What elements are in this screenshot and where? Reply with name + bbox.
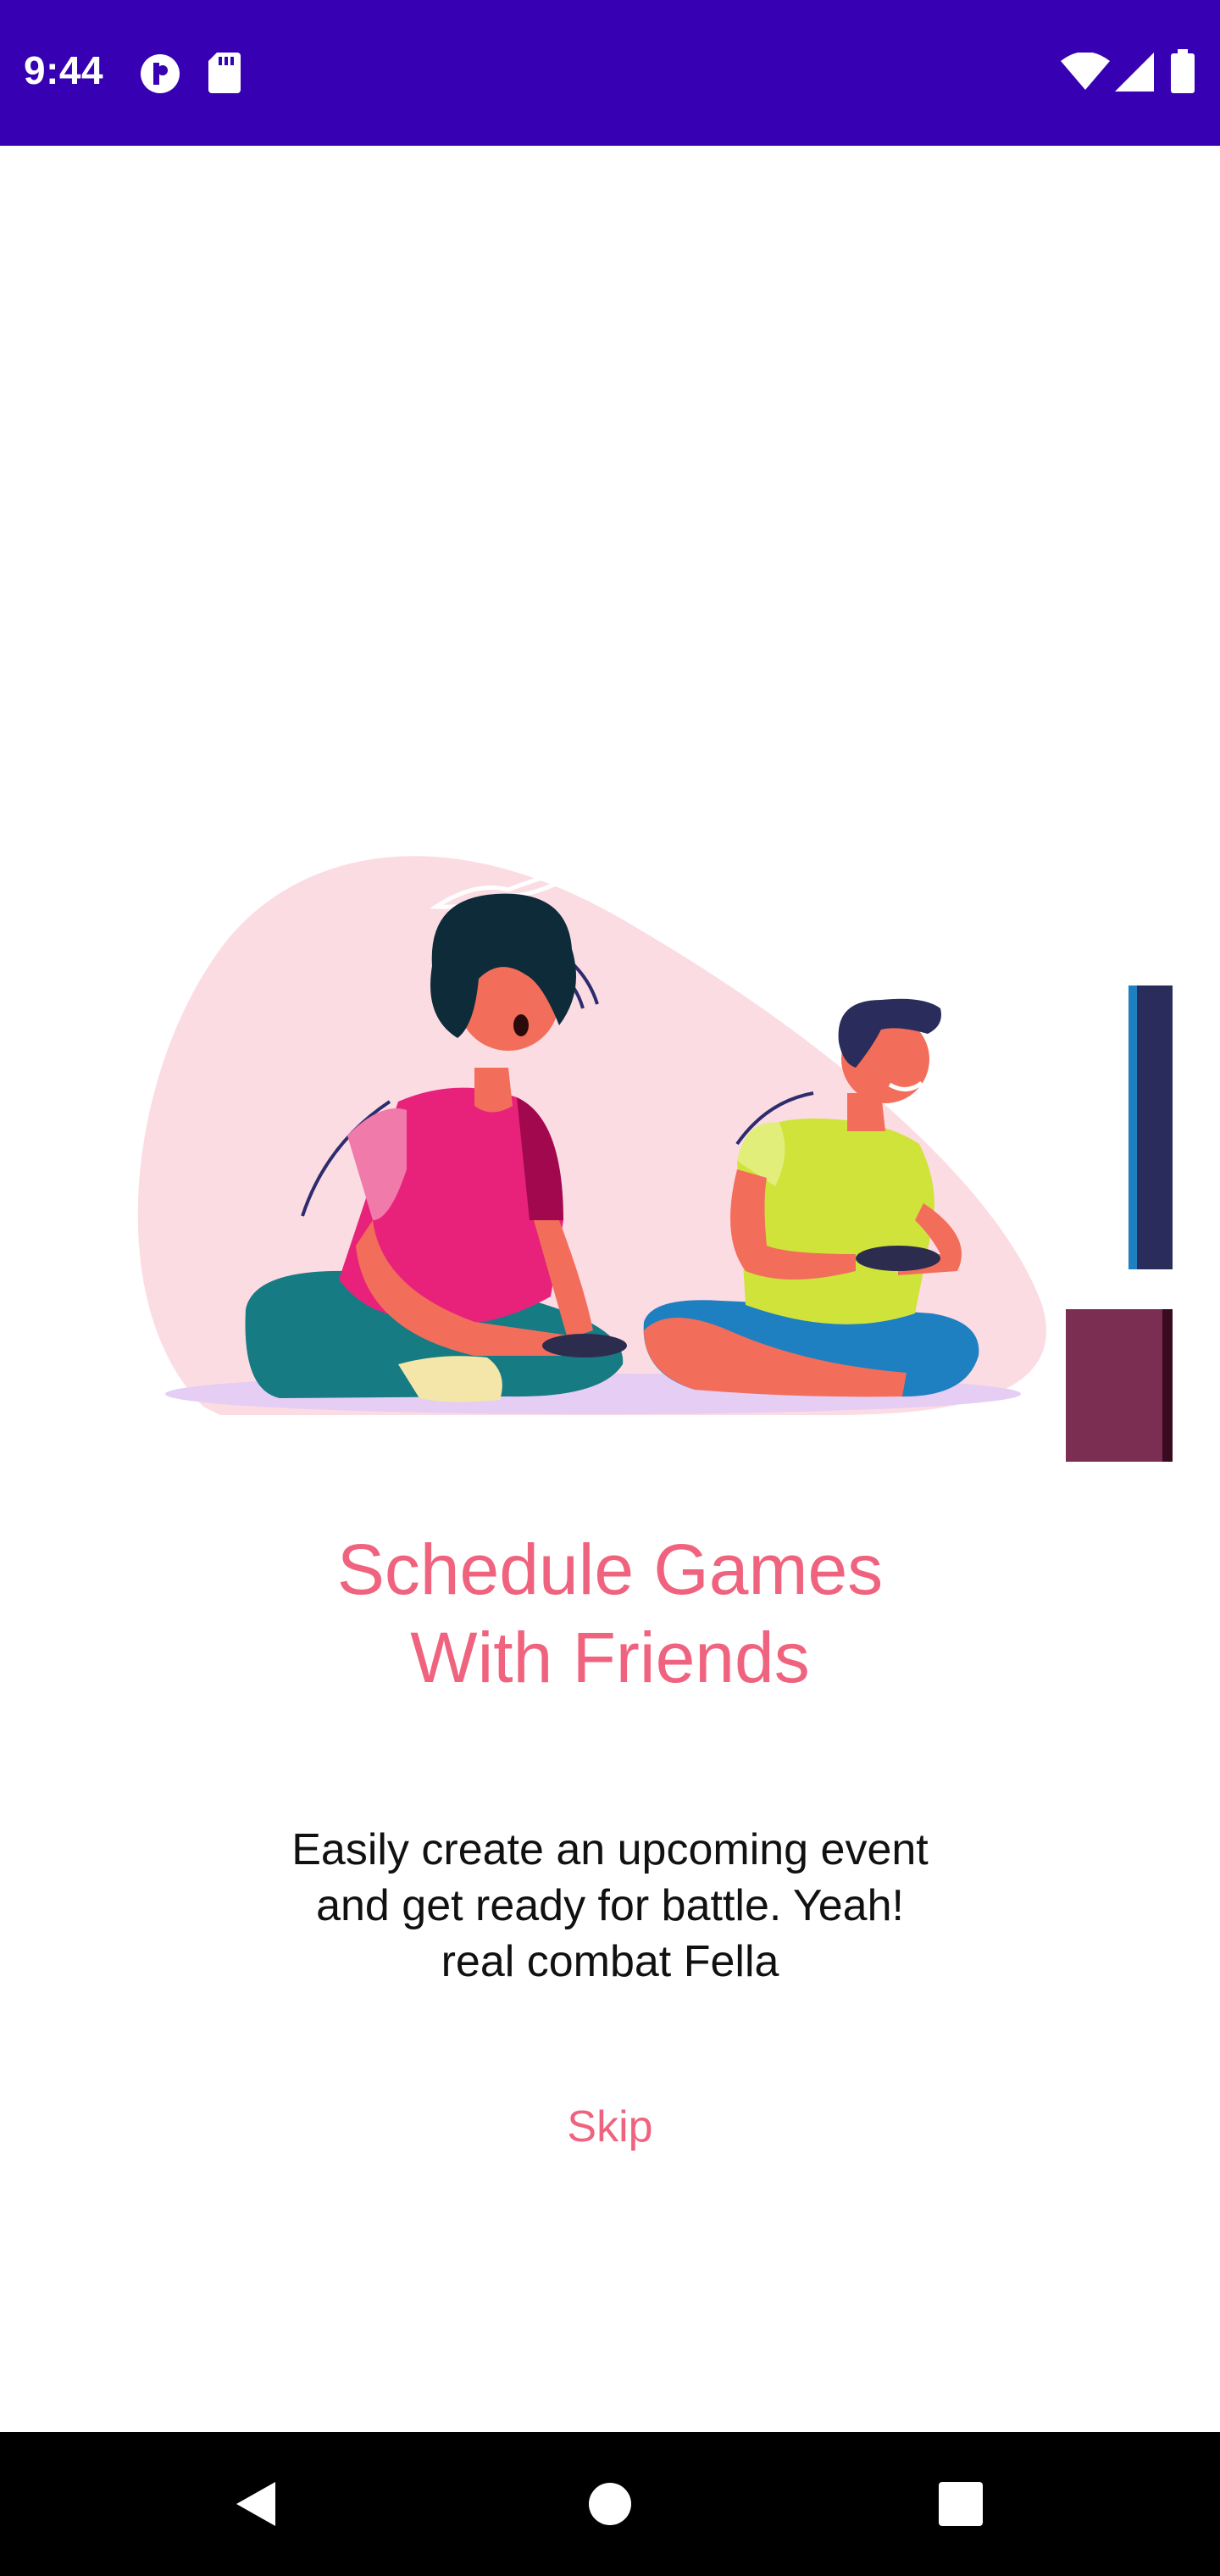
recents-icon[interactable] (893, 2432, 1029, 2576)
navigation-bar (0, 2432, 1220, 2576)
description-line: real combat Fella (441, 1937, 779, 1986)
status-bar: 9:44 (0, 0, 1220, 146)
cell-signal-icon (1115, 53, 1154, 92)
gamers-illustration (137, 856, 1173, 1462)
title-line: Schedule Games (336, 1530, 884, 1609)
description-line: Easily create an upcoming event (291, 1825, 929, 1874)
battery-icon (1171, 49, 1195, 93)
sd-card-icon (208, 53, 241, 93)
title-line: With Friends (410, 1618, 810, 1697)
description-line: and get ready for battle. Yeah! (316, 1881, 904, 1930)
opera-icon (141, 54, 180, 93)
onboarding-title: Schedule Games With Friends (0, 1525, 1220, 1702)
back-icon[interactable] (188, 2432, 324, 2576)
onboarding-description: Easily create an upcoming event and get … (0, 1822, 1220, 1990)
tv-stand (1066, 1309, 1173, 1462)
home-icon[interactable] (542, 2432, 678, 2576)
skip-button[interactable]: Skip (525, 2093, 695, 2161)
status-time: 9:44 (24, 48, 104, 92)
wifi-icon (1061, 53, 1110, 90)
